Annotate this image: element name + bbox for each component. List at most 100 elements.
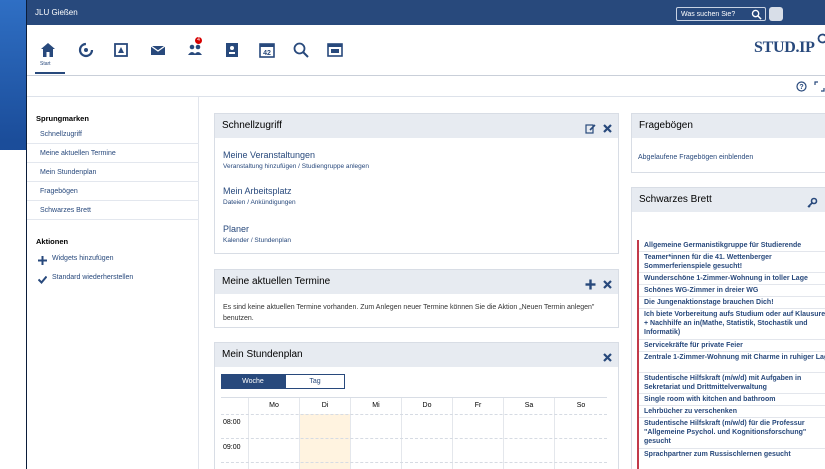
courses-icon[interactable] xyxy=(112,41,130,59)
day-column[interactable] xyxy=(249,414,300,469)
sidebar-item-frageboegen[interactable]: Fragebögen xyxy=(27,182,199,201)
brett-entry[interactable]: Teamer*innen für die 41. Wettenberger So… xyxy=(644,253,825,271)
brett-entry[interactable]: Sprachpartner zum Russischlernen gesucht xyxy=(644,450,825,459)
quicklink-title[interactable]: Mein Arbeitsplatz xyxy=(223,186,296,196)
community-icon[interactable] xyxy=(186,41,204,59)
brett-entry[interactable]: Lehrbücher zu verschenken xyxy=(644,407,825,416)
quicklink-planer[interactable]: Planer Kalender / Stundenplan xyxy=(223,224,291,244)
desktop-background xyxy=(0,0,26,469)
time-label: 09:00 xyxy=(223,444,241,451)
day-column[interactable] xyxy=(504,414,555,469)
brand-label: JLU Gießen xyxy=(35,8,78,17)
time-label: 08:00 xyxy=(223,419,241,426)
profile-icon[interactable] xyxy=(223,41,241,59)
brett-entry[interactable]: Ich biete Vorbereitung aufs Studium oder… xyxy=(644,310,825,337)
day-column[interactable] xyxy=(351,414,402,469)
quicklink-arbeitsplatz[interactable]: Mein Arbeitsplatz Dateien / Ankündigunge… xyxy=(223,186,296,206)
brett-entry[interactable]: Wunderschöne 1-Zimmer-Wohnung in toller … xyxy=(644,274,825,283)
view-tag-button[interactable]: Tag xyxy=(285,374,345,389)
quicklink-title[interactable]: Meine Veranstaltungen xyxy=(223,150,369,160)
quicklink-veranstaltungen[interactable]: Meine Veranstaltungen Veranstaltung hinz… xyxy=(223,150,369,170)
close-icon[interactable] xyxy=(602,349,613,362)
day-header: Fr xyxy=(453,398,504,414)
day-column[interactable] xyxy=(402,414,453,469)
widget-header: Mein Stundenplan xyxy=(215,343,618,367)
termine-widget: Meine aktuellen Termine Es sind keine ak… xyxy=(214,269,619,328)
svg-text:?: ? xyxy=(799,84,803,91)
home-icon[interactable] xyxy=(39,41,57,59)
brett-entry[interactable]: Die Jungenaktionstage brauchen Dich! xyxy=(644,298,825,307)
studip-logo[interactable]: STUD.IP xyxy=(754,33,825,57)
entry-divider xyxy=(639,351,825,352)
activity-icon[interactable] xyxy=(77,41,95,59)
entry-divider xyxy=(639,417,825,418)
entry-divider xyxy=(639,405,825,406)
day-column[interactable] xyxy=(453,414,504,469)
day-header: Sa xyxy=(504,398,555,414)
sidebar-item-schwarzes-brett[interactable]: Schwarzes Brett xyxy=(27,201,199,220)
nav-start-label: Start xyxy=(40,61,51,67)
sidebar-item-schnellzugriff[interactable]: Schnellzugriff xyxy=(27,125,199,144)
widget-title: Fragebögen xyxy=(639,120,693,131)
brett-entry[interactable]: Zentrale 1-Zimmer-Wohnung mit Charme in … xyxy=(644,353,825,362)
brett-entry[interactable]: Studentische Hilfskraft (m/w/d) für die … xyxy=(644,419,825,446)
close-icon[interactable] xyxy=(602,276,613,289)
frageboegen-link[interactable]: Abgelaufene Fragebögen einblenden xyxy=(638,152,753,163)
day-header: So xyxy=(576,402,586,409)
widget-header: Meine aktuellen Termine xyxy=(215,270,618,294)
brett-entry[interactable]: Servicekräfte für private Feier xyxy=(644,341,825,350)
day-header: Di xyxy=(300,398,351,414)
quicklink-sub[interactable]: Dateien / Ankündigungen xyxy=(223,199,296,206)
search-icon[interactable] xyxy=(751,9,762,20)
termine-info-text: Es sind keine aktuellen Termine vorhande… xyxy=(223,304,595,322)
entry-divider xyxy=(639,296,825,297)
time-column-header xyxy=(221,398,249,414)
day-header: Mo xyxy=(249,398,300,414)
entry-divider xyxy=(639,339,825,340)
sidebar: Sprungmarken Schnellzugriff Meine aktuel… xyxy=(27,97,199,469)
day-column[interactable] xyxy=(555,414,607,469)
quicklink-sub[interactable]: Veranstaltung hinzufügen / Studiengruppe… xyxy=(223,163,369,170)
sidebar-item-stundenplan[interactable]: Mein Stundenplan xyxy=(27,163,199,182)
day-column-today[interactable] xyxy=(300,414,351,469)
search-nav-icon[interactable] xyxy=(292,41,310,59)
widget-header: Schwarzes Brett xyxy=(632,188,825,212)
brett-entry[interactable]: Allgemeine Germanistikgruppe für Studier… xyxy=(644,241,825,250)
close-icon[interactable] xyxy=(602,120,613,133)
widget-header: Fragebögen xyxy=(632,114,825,138)
quicklink-title[interactable]: Planer xyxy=(223,224,291,234)
schedule-grid: Mo Di Mi Do Fr Sa So 08:00 09:00 xyxy=(221,397,607,469)
widgets-hinzufuegen-action[interactable]: Widgets hinzufügen xyxy=(27,249,199,268)
widget-title: Schwarzes Brett xyxy=(639,194,712,205)
help-icon[interactable]: ? xyxy=(796,81,807,92)
quicklink-sub[interactable]: Kalender / Stundenplan xyxy=(223,237,291,244)
sidebar-heading-sprungmarken: Sprungmarken xyxy=(36,114,89,123)
widget-header: Schnellzugriff xyxy=(215,114,618,138)
brett-entry[interactable]: Single room with kitchen and bathroom xyxy=(644,395,825,404)
view-woche-button[interactable]: Woche xyxy=(221,374,285,389)
menu-toggle-button[interactable] xyxy=(769,7,783,21)
standard-wiederherstellen-action[interactable]: Standard wiederherstellen xyxy=(27,268,199,287)
entry-divider xyxy=(639,448,825,449)
mail-icon[interactable] xyxy=(149,41,167,59)
add-icon[interactable] xyxy=(585,276,596,290)
brett-entry[interactable]: Studentische Hilfskraft (m/w/d) mit Aufg… xyxy=(644,374,825,392)
calendar-icon[interactable]: 42 xyxy=(258,41,276,59)
day-header: Do xyxy=(402,398,453,414)
tools-icon[interactable] xyxy=(326,41,344,59)
admin-key-icon[interactable] xyxy=(807,194,818,208)
entry-divider xyxy=(639,272,825,273)
edit-icon[interactable] xyxy=(585,120,596,134)
search-input[interactable] xyxy=(677,8,747,20)
sub-toolbar: ? xyxy=(27,77,825,97)
brett-entry[interactable]: Schönes WG-Zimmer in dreier WG xyxy=(644,286,825,295)
hour-row-line xyxy=(221,414,607,415)
fullscreen-icon[interactable] xyxy=(814,81,825,92)
desktop-background-lower xyxy=(0,150,26,469)
browser-window: JLU Gießen Start 4 42 STUD.IP ? Sprungma… xyxy=(26,0,825,469)
schnellzugriff-widget: Schnellzugriff Meine Veranstaltungen Ver… xyxy=(214,113,619,254)
active-nav-indicator xyxy=(35,72,65,74)
search-box[interactable] xyxy=(676,7,766,21)
sidebar-item-termine[interactable]: Meine aktuellen Termine xyxy=(27,144,199,163)
hour-row-line xyxy=(221,438,607,439)
